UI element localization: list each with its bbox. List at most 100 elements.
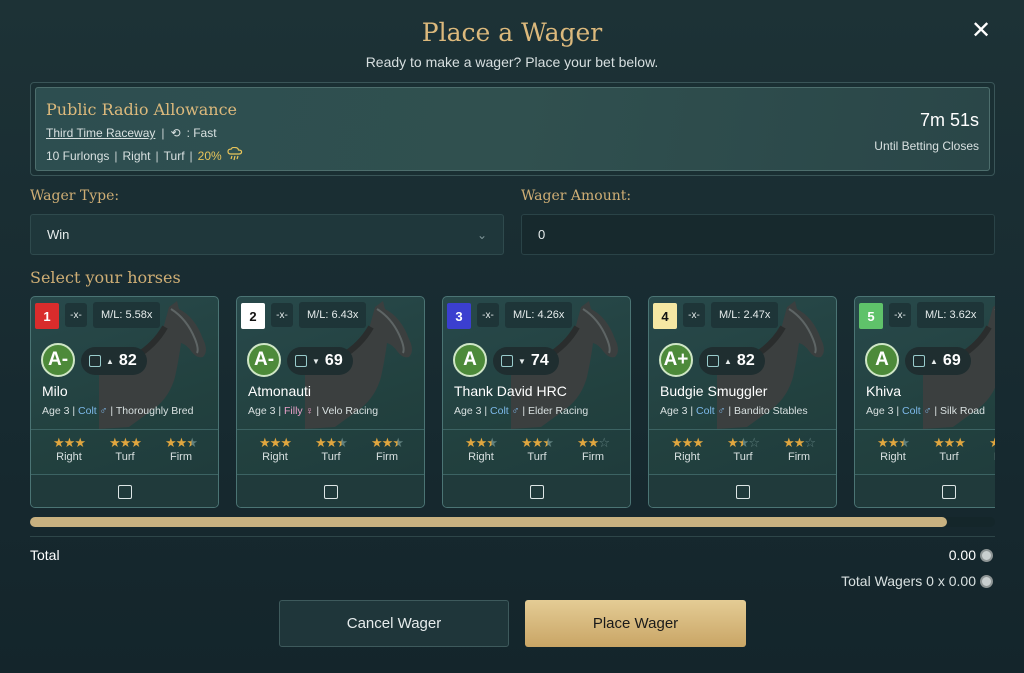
scratch-marker: -x- [65,303,87,327]
condition-label: Right [674,451,700,463]
grade-badge: A [453,343,487,377]
race-direction: Right [122,148,151,163]
stars: ★★★ [521,435,554,450]
morning-line-odds: M/L: 4.26x [505,302,573,328]
condition-label: Right [468,451,494,463]
right-rating: ★★★ Right [41,435,97,463]
horse-select-checkbox[interactable] [323,485,338,499]
divider [237,429,424,430]
horse-stable: Bandito Stables [734,405,808,417]
select-row[interactable] [237,475,424,507]
divider [855,429,995,430]
stars: ★★★ [165,435,198,450]
horse-age: Age 3 [660,405,688,417]
horse-sex: Colt ♂ [490,405,520,417]
wager-amount-label: Wager Amount: [521,188,632,204]
horizontal-scrollbar[interactable] [30,517,995,527]
stars: ★★★ [465,435,498,450]
horse-sex: Colt ♂ [78,405,108,417]
horse-card[interactable]: 5 -x- M/L: 3.62x A ▲ 69 Khiva Age 3 | Co… [854,296,995,508]
total-label: Total [30,547,60,563]
track-link[interactable]: Third Time Raceway [46,126,155,140]
horse-name: Budgie Smuggler [660,383,768,399]
rating-badge: ▼ 74 [493,347,559,375]
divider: | [114,148,118,163]
select-row[interactable] [855,475,995,507]
track-line: Third Time Raceway | ⟲ : Fast [46,126,217,140]
place-wager-button[interactable]: Place Wager [525,600,746,647]
select-row[interactable] [649,475,836,507]
horse-card[interactable]: 1 -x- M/L: 5.58x A- ▲ 82 Milo Age 3 | Co… [30,296,219,508]
turf-rating: ★★★ Turf [921,435,977,463]
select-row[interactable] [443,475,630,507]
stars: ★★★ [671,435,704,450]
horse-select-checkbox[interactable] [735,485,750,499]
rating-value: 82 [736,352,755,369]
horse-card[interactable]: 2 -x- M/L: 6.43x A- ▼ 69 Atmonauti Age 3… [236,296,425,508]
turf-rating: ★★☆ Turf [715,435,771,463]
grade-badge: A- [247,343,281,377]
stars: ★★★ [53,435,86,450]
wager-type-select[interactable]: Win ⌄ [30,214,504,255]
post-number: 1 [35,303,59,329]
horse-info: Age 3 | Filly ♀ | Velo Racing [248,405,379,417]
horse-sex: Colt ♂ [696,405,726,417]
condition-label: Turf [321,451,341,463]
rating-value: 82 [118,352,137,369]
race-conditions: 10 Furlongs | Right | Turf | 20% [46,146,243,164]
scratch-marker: -x- [477,303,499,327]
divider: | [155,148,159,163]
scratch-marker: -x- [889,303,911,327]
select-row[interactable] [31,475,218,507]
horse-stable: Thoroughly Bred [115,405,194,417]
stars: ★★★ [977,435,995,451]
select-horses-label: Select your horses [30,268,181,287]
wager-amount-value: 0 [538,227,546,242]
scratch-marker: -x- [271,303,293,327]
close-icon[interactable]: ✕ [970,19,992,43]
rain-icon [227,146,243,164]
stars: ★★★ [315,435,348,450]
horse-card[interactable]: 4 -x- M/L: 2.47x A+ ▲ 82 Budgie Smuggler… [648,296,837,508]
horse-name: Atmonauti [248,383,312,399]
firm-rating: ★★★ Firm [977,435,995,463]
condition-label: Right [56,451,82,463]
condition-label: Firm [977,451,995,463]
condition-label: Firm [170,451,192,463]
total-amount: 0.00 [948,547,976,563]
rating-badge: ▲ 82 [81,347,147,375]
horse-select-checkbox[interactable] [117,485,132,499]
rating-icon [913,355,925,367]
horse-age: Age 3 [866,405,894,417]
right-rating: ★★★ Right [659,435,715,463]
turf-rating: ★★★ Turf [509,435,565,463]
stars: ★★☆ [727,435,760,450]
total-wagers-text: Total Wagers 0 x 0.00 [841,573,976,589]
cancel-wager-button[interactable]: Cancel Wager [279,600,509,647]
surface-condition: : Fast [186,126,217,140]
trend-icon: ▲ [724,356,732,366]
condition-label: Right [262,451,288,463]
horse-age: Age 3 [454,405,482,417]
horse-select-checkbox[interactable] [941,485,956,499]
horse-stable: Elder Racing [528,405,589,417]
race-distance: 10 Furlongs [46,148,110,163]
condition-label: Firm [376,451,398,463]
horse-card[interactable]: 3 -x- M/L: 4.26x A ▼ 74 Thank David HRC … [442,296,631,508]
total-value: 0.00 [949,547,993,563]
betting-timer: 7m 51s [919,110,979,130]
condition-label: Firm [788,451,810,463]
wager-amount-input[interactable]: 0 [521,214,995,255]
trend-icon: ▲ [106,356,114,366]
horse-card-strip[interactable]: 1 -x- M/L: 5.58x A- ▲ 82 Milo Age 3 | Co… [30,296,995,510]
horse-select-checkbox[interactable] [529,485,544,499]
stars: ★★★ [877,435,910,450]
race-surface: Turf [163,148,185,163]
race-info-panel: Public Radio Allowance Third Time Racewa… [30,82,995,176]
horse-stable: Velo Racing [322,405,379,417]
right-rating: ★★★ Right [865,435,921,463]
scrollbar-thumb[interactable] [30,517,947,527]
condition-label: Turf [115,451,135,463]
chevron-down-icon: ⌄ [476,227,487,242]
horse-info: Age 3 | Colt ♂ | Silk Road [866,405,985,417]
